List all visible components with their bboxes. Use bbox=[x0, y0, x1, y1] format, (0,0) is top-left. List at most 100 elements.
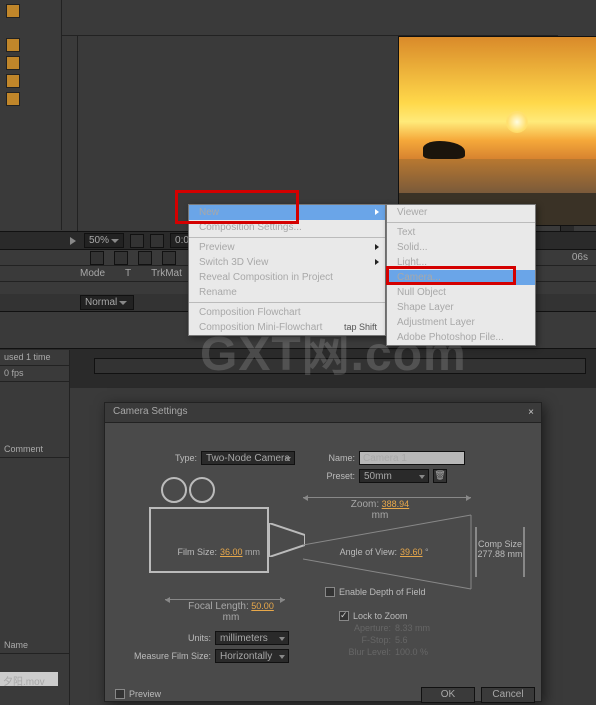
tool-swatch[interactable] bbox=[6, 56, 20, 70]
zoom-dropdown[interactable]: 50% bbox=[84, 233, 124, 248]
menu-label: Adobe Photoshop File... bbox=[397, 332, 504, 343]
menu-switch-3d[interactable]: Switch 3D View bbox=[189, 255, 385, 270]
zoom-value[interactable]: 388.94 bbox=[382, 499, 410, 509]
submenu-light[interactable]: Light... bbox=[387, 255, 535, 270]
composition-viewport[interactable] bbox=[78, 36, 558, 231]
dialog-titlebar: Camera Settings × bbox=[105, 403, 541, 423]
lock-checkbox[interactable] bbox=[339, 611, 349, 621]
dof-checkbox[interactable] bbox=[325, 587, 335, 597]
preset-label: Preset: bbox=[315, 471, 355, 481]
menu-label: Rename bbox=[199, 287, 237, 298]
submenu-adjustment[interactable]: Adjustment Layer bbox=[387, 315, 535, 330]
angle-value[interactable]: 39.60 bbox=[400, 547, 423, 557]
submenu-shape[interactable]: Shape Layer bbox=[387, 300, 535, 315]
ruler-vertical bbox=[62, 36, 78, 235]
ruler-horizontal bbox=[62, 20, 558, 36]
submenu-solid[interactable]: Solid... bbox=[387, 240, 535, 255]
name-header: Name bbox=[0, 638, 69, 654]
trash-icon[interactable]: 🗑 bbox=[433, 469, 447, 483]
angle-unit: ° bbox=[425, 547, 429, 557]
preset-value: 50mm bbox=[364, 471, 392, 482]
time-end: 06s bbox=[572, 252, 588, 263]
switch-icon[interactable] bbox=[114, 251, 128, 265]
timeline-ruler[interactable] bbox=[94, 358, 586, 374]
menu-rename[interactable]: Rename bbox=[189, 285, 385, 300]
tool-swatch[interactable] bbox=[6, 4, 20, 18]
menu-label: Preview bbox=[199, 242, 235, 253]
menu-mini-flowchart[interactable]: Composition Mini-Flowcharttap Shift bbox=[189, 320, 385, 335]
zoom-label: Zoom: 388.94 mm bbox=[345, 499, 415, 521]
trkmat-header: TrkMat bbox=[151, 268, 182, 279]
lock-label: Lock to Zoom bbox=[353, 611, 433, 621]
submenu-camera[interactable]: Camera... bbox=[387, 270, 535, 285]
submenu-viewer[interactable]: Viewer bbox=[387, 205, 535, 220]
play-icon[interactable] bbox=[70, 237, 78, 245]
menu-label: Camera... bbox=[397, 272, 441, 283]
filmsize-value[interactable]: 36.00 bbox=[220, 547, 243, 557]
preview-checkbox[interactable] bbox=[115, 689, 125, 699]
mode-dropdown[interactable]: Normal bbox=[80, 295, 134, 310]
menu-label: Text bbox=[397, 227, 415, 238]
close-icon[interactable]: × bbox=[525, 407, 537, 419]
preset-dropdown[interactable]: 50mm bbox=[359, 469, 429, 483]
focal-value[interactable]: 50.00 bbox=[251, 601, 274, 611]
ok-button[interactable]: OK bbox=[421, 687, 475, 703]
cancel-button[interactable]: Cancel bbox=[481, 687, 535, 703]
reel-icon bbox=[161, 477, 187, 503]
file-row[interactable]: 夕阳.mov bbox=[0, 672, 58, 686]
switch-icon[interactable] bbox=[162, 251, 176, 265]
name-value: Camera 1 bbox=[363, 453, 407, 464]
menu-preview[interactable]: Preview bbox=[189, 240, 385, 255]
menu-comp-settings[interactable]: Composition Settings... bbox=[189, 220, 385, 235]
menu-flowchart[interactable]: Composition Flowchart bbox=[189, 305, 385, 320]
dialog-title: Camera Settings bbox=[113, 406, 187, 417]
context-menu: New Composition Settings... Preview Swit… bbox=[188, 204, 386, 336]
chevron-right-icon bbox=[375, 209, 379, 215]
tool-swatch[interactable] bbox=[6, 92, 20, 106]
tool-swatch[interactable] bbox=[6, 38, 20, 52]
camera-diagram bbox=[149, 475, 319, 595]
submenu-text[interactable]: Text bbox=[387, 225, 535, 240]
mask-icon[interactable] bbox=[150, 234, 164, 248]
filmsize-label: Film Size: bbox=[167, 547, 217, 557]
usage-label: used 1 time bbox=[0, 350, 69, 366]
menu-label: New bbox=[199, 207, 219, 218]
project-panel: used 1 time 0 fps Comment Name bbox=[0, 350, 70, 705]
submenu-psd[interactable]: Adobe Photoshop File... bbox=[387, 330, 535, 345]
measure-label: Measure Film Size: bbox=[121, 651, 211, 661]
zoom-value: 50% bbox=[89, 235, 109, 246]
cancel-label: Cancel bbox=[492, 689, 523, 700]
filmsize-unit: mm bbox=[245, 547, 260, 557]
units-dropdown[interactable]: millimeters bbox=[215, 631, 289, 645]
menu-reveal[interactable]: Reveal Composition in Project bbox=[189, 270, 385, 285]
menu-separator bbox=[387, 222, 535, 223]
camera-settings-dialog: Camera Settings × Type: Two-Node Camera … bbox=[104, 402, 542, 702]
measure-value: Horizontally bbox=[220, 651, 272, 662]
grid-icon[interactable] bbox=[130, 234, 144, 248]
switch-icon[interactable] bbox=[90, 251, 104, 265]
preview-label: Preview bbox=[129, 689, 179, 699]
measure-dropdown[interactable]: Horizontally bbox=[215, 649, 289, 663]
sun-graphic bbox=[506, 111, 528, 133]
menu-label: Composition Mini-Flowchart bbox=[199, 322, 322, 333]
island-graphic bbox=[423, 141, 465, 159]
menu-new[interactable]: New bbox=[189, 205, 385, 220]
aperture-label: Aperture: bbox=[335, 623, 391, 633]
menu-label: Null Object bbox=[397, 287, 446, 298]
file-name: 夕阳.mov bbox=[3, 677, 45, 688]
type-label: Type: bbox=[149, 453, 197, 463]
comment-header: Comment bbox=[0, 442, 69, 458]
switch-icon[interactable] bbox=[138, 251, 152, 265]
blur-label: Blur Level: bbox=[335, 647, 391, 657]
menu-label: Adjustment Layer bbox=[397, 317, 475, 328]
units-label: Units: bbox=[161, 633, 211, 643]
chevron-right-icon bbox=[375, 244, 379, 250]
footage-sunset[interactable] bbox=[398, 36, 596, 226]
tool-swatch[interactable] bbox=[6, 74, 20, 88]
type-dropdown[interactable]: Two-Node Camera bbox=[201, 451, 295, 465]
compsize-value: 277.88 mm bbox=[475, 549, 525, 559]
name-label: Name: bbox=[315, 453, 355, 463]
name-input[interactable]: Camera 1 bbox=[359, 451, 465, 465]
ok-label: OK bbox=[441, 689, 455, 700]
submenu-null[interactable]: Null Object bbox=[387, 285, 535, 300]
